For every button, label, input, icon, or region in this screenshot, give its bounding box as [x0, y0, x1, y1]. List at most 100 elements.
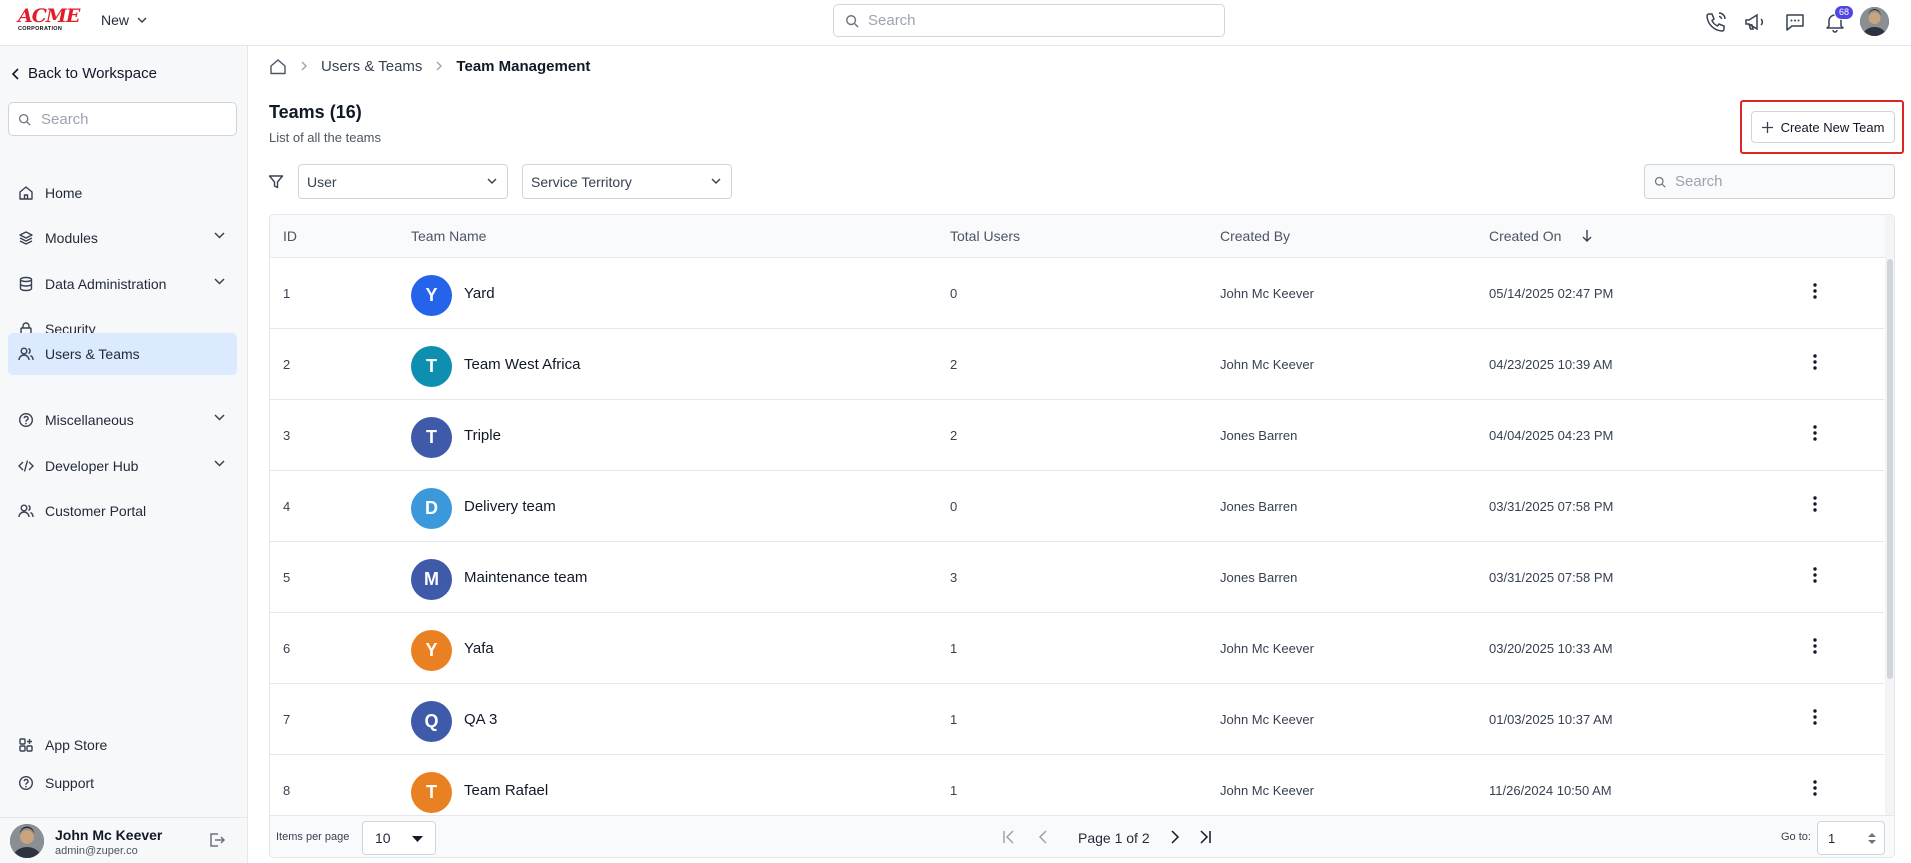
cell-team-name[interactable]: Team Rafael: [464, 782, 548, 799]
phone-icon[interactable]: [1704, 10, 1728, 34]
main-content: Users & Teams Team Management Teams (16)…: [249, 46, 1911, 863]
first-page-icon[interactable]: [1001, 827, 1017, 847]
more-vertical-icon[interactable]: [1813, 496, 1817, 517]
team-avatar: T: [411, 772, 452, 813]
table-search[interactable]: [1644, 164, 1895, 199]
avatar[interactable]: [10, 824, 44, 858]
cell-created-on: 03/31/2025 07:58 PM: [1489, 570, 1614, 585]
team-avatar: T: [411, 346, 452, 387]
stepper-icon[interactable]: [1868, 832, 1876, 845]
cell-created-on: 11/26/2024 10:50 AM: [1489, 783, 1612, 798]
global-search[interactable]: [833, 4, 1225, 37]
sidebar-item-developer-hub[interactable]: Developer Hub: [8, 445, 237, 487]
column-header-created-on[interactable]: Created On: [1489, 228, 1561, 244]
goto-page-input[interactable]: 1: [1817, 821, 1885, 855]
cell-created-by: John Mc Keever: [1220, 712, 1314, 727]
database-icon: [18, 276, 34, 292]
column-header-team-name[interactable]: Team Name: [411, 228, 486, 244]
user-filter-select[interactable]: User: [298, 164, 508, 199]
sidebar-item-miscellaneous[interactable]: Miscellaneous: [8, 399, 237, 441]
cell-team-name[interactable]: Maintenance team: [464, 569, 587, 586]
new-button-label: New: [101, 12, 130, 28]
cell-team-name[interactable]: Yard: [464, 285, 495, 302]
sidebar-search-input[interactable]: [41, 110, 226, 128]
sidebar: Back to Workspace Home Modules Data Admi…: [0, 46, 248, 863]
table-row[interactable]: 5 M Maintenance team 3 Jones Barren 03/31/202…: [270, 542, 1884, 613]
more-vertical-icon[interactable]: [1813, 638, 1817, 659]
chevron-down-icon: [214, 232, 225, 239]
chat-icon[interactable]: [1783, 10, 1807, 34]
goto-label: Go to:: [1781, 831, 1811, 843]
more-vertical-icon[interactable]: [1813, 567, 1817, 588]
home-icon[interactable]: [269, 58, 287, 75]
cell-created-on: 01/03/2025 10:37 AM: [1489, 712, 1613, 727]
cell-total-users: 1: [950, 783, 958, 798]
table-row[interactable]: 6 Y Yafa 1 John Mc Keever 03/20/2025 10:33 AM: [270, 613, 1884, 684]
acme-logo[interactable]: ACME CORPORATION: [18, 7, 82, 33]
sidebar-item-label: Data Administration: [45, 276, 167, 292]
sidebar-item-support[interactable]: Support: [8, 762, 237, 804]
column-header-created-by[interactable]: Created By: [1220, 228, 1290, 244]
cell-created-on: 03/20/2025 10:33 AM: [1489, 641, 1613, 656]
table-row[interactable]: 7 Q QA 3 1 John Mc Keever 01/03/2025 10:37 AM: [270, 684, 1884, 755]
sort-descending-icon[interactable]: [1582, 229, 1592, 242]
app-store-icon: [18, 737, 34, 753]
table-row[interactable]: 4 D Delivery team 0 Jones Barren 03/31/2025 0…: [270, 471, 1884, 542]
global-search-input[interactable]: [868, 12, 1198, 29]
cell-id: 5: [283, 570, 291, 585]
table-row[interactable]: 2 T Team West Africa 2 John Mc Keever 04/23/2…: [270, 329, 1884, 400]
logo-wordmark: ACME: [18, 5, 80, 27]
more-vertical-icon[interactable]: [1813, 425, 1817, 446]
sidebar-item-modules[interactable]: Modules: [8, 217, 237, 259]
bell-icon[interactable]: 68: [1823, 5, 1855, 34]
last-page-icon[interactable]: [1197, 827, 1213, 847]
table-search-input[interactable]: [1675, 173, 1885, 190]
cell-created-by: John Mc Keever: [1220, 783, 1314, 798]
chevron-down-icon: [214, 278, 225, 285]
logout-icon[interactable]: [208, 831, 226, 854]
cell-id: 1: [283, 286, 291, 301]
sidebar-item-label: App Store: [45, 737, 108, 753]
sidebar-item-users-teams[interactable]: Users & Teams: [8, 333, 237, 375]
create-button-label: Create New Team: [1780, 119, 1885, 135]
more-vertical-icon[interactable]: [1813, 354, 1817, 375]
items-per-page-select[interactable]: 10: [362, 821, 436, 855]
user-name: John Mc Keever: [55, 827, 163, 843]
user-email: admin@zuper.co: [55, 845, 138, 857]
sidebar-item-home[interactable]: Home: [8, 172, 237, 214]
more-vertical-icon[interactable]: [1813, 709, 1817, 730]
table-scrollbar[interactable]: [1885, 215, 1894, 815]
sidebar-item-label: Home: [45, 185, 83, 201]
filter-icon[interactable]: [268, 174, 284, 195]
scrollbar-thumb[interactable]: [1887, 259, 1893, 679]
cell-id: 2: [283, 357, 291, 372]
service-territory-select[interactable]: Service Territory: [522, 164, 732, 199]
pagination-bar: Items per page 10 Page 1 of 2 Go to: 1: [270, 815, 1894, 857]
previous-page-icon[interactable]: [1038, 827, 1048, 847]
sidebar-search[interactable]: [8, 102, 237, 136]
column-header-id[interactable]: ID: [283, 228, 297, 244]
sidebar-item-label: Miscellaneous: [45, 412, 134, 428]
column-header-total-users[interactable]: Total Users: [950, 228, 1020, 244]
more-vertical-icon[interactable]: [1813, 283, 1817, 304]
cell-team-name[interactable]: Delivery team: [464, 498, 556, 515]
megaphone-icon[interactable]: [1743, 10, 1767, 34]
cell-team-name[interactable]: Team West Africa: [464, 356, 580, 373]
table-row[interactable]: 1 Y Yard 0 John Mc Keever 05/14/2025 02:47 PM: [270, 258, 1884, 329]
back-to-workspace-link[interactable]: Back to Workspace: [12, 65, 157, 82]
user-avatar[interactable]: [1860, 7, 1889, 36]
cell-team-name[interactable]: Triple: [464, 427, 501, 444]
sidebar-item-app-store[interactable]: App Store: [8, 724, 237, 766]
breadcrumb-users-teams[interactable]: Users & Teams: [321, 58, 422, 75]
create-new-team-button[interactable]: Create New Team: [1751, 111, 1895, 143]
cell-team-name[interactable]: Yafa: [464, 640, 494, 657]
cell-total-users: 3: [950, 570, 958, 585]
sidebar-item-customer-portal[interactable]: Customer Portal: [8, 490, 237, 532]
new-button[interactable]: New: [101, 12, 147, 28]
next-page-icon[interactable]: [1170, 827, 1180, 847]
more-vertical-icon[interactable]: [1813, 780, 1817, 801]
table-row[interactable]: 3 T Triple 2 Jones Barren 04/04/2025 04:23 PM: [270, 400, 1884, 471]
sidebar-item-data-administration[interactable]: Data Administration: [8, 263, 237, 305]
cell-team-name[interactable]: QA 3: [464, 711, 497, 728]
cell-total-users: 0: [950, 499, 958, 514]
